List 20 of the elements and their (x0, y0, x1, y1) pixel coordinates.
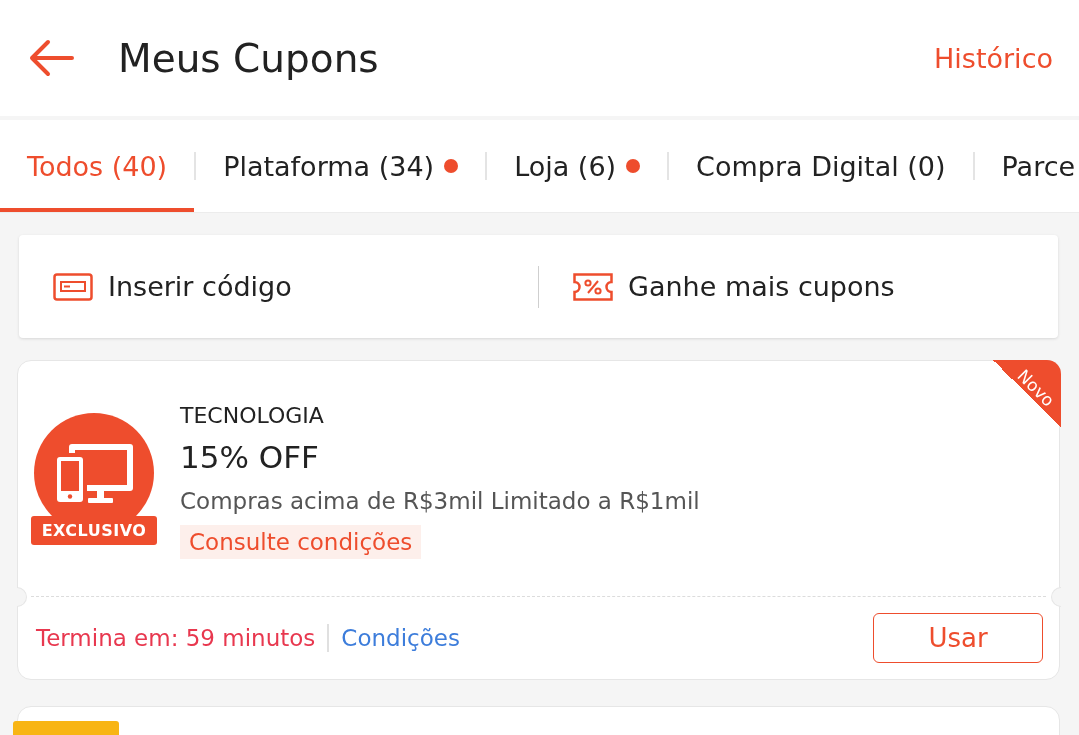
discount-text: 15% OFF (180, 437, 319, 477)
coupon-category: TECNOLOGIA (180, 401, 324, 430)
back-arrow-icon[interactable] (28, 39, 74, 77)
tab[interactable]: Parce (974, 120, 1076, 212)
tab[interactable]: Compra Digital (0) (669, 120, 973, 212)
ticket-notch (1050, 587, 1061, 607)
tab[interactable]: Todos (40) (0, 120, 195, 212)
page-title: Meus Cupons (118, 35, 379, 81)
exclusive-badge: EXCLUSIVO (31, 515, 157, 545)
get-coupons-button[interactable]: Ganhe mais cupons (539, 235, 1058, 338)
coupon-terms: Compras acima de R$3mil Limitado a R$1mil (180, 486, 700, 516)
percent-coupon-icon (573, 271, 613, 302)
enter-code-button[interactable]: Inserir código (19, 235, 538, 338)
tab[interactable]: Loja (6) (487, 120, 668, 212)
conditions-link[interactable]: Condições (341, 625, 460, 651)
ticket-icon (53, 271, 93, 302)
use-button[interactable]: Usar (873, 613, 1043, 663)
history-link[interactable]: Histórico (934, 42, 1053, 74)
tab[interactable]: Plataforma (34) (196, 120, 486, 212)
expiry-text: Termina em: 59 minutos (36, 625, 316, 651)
